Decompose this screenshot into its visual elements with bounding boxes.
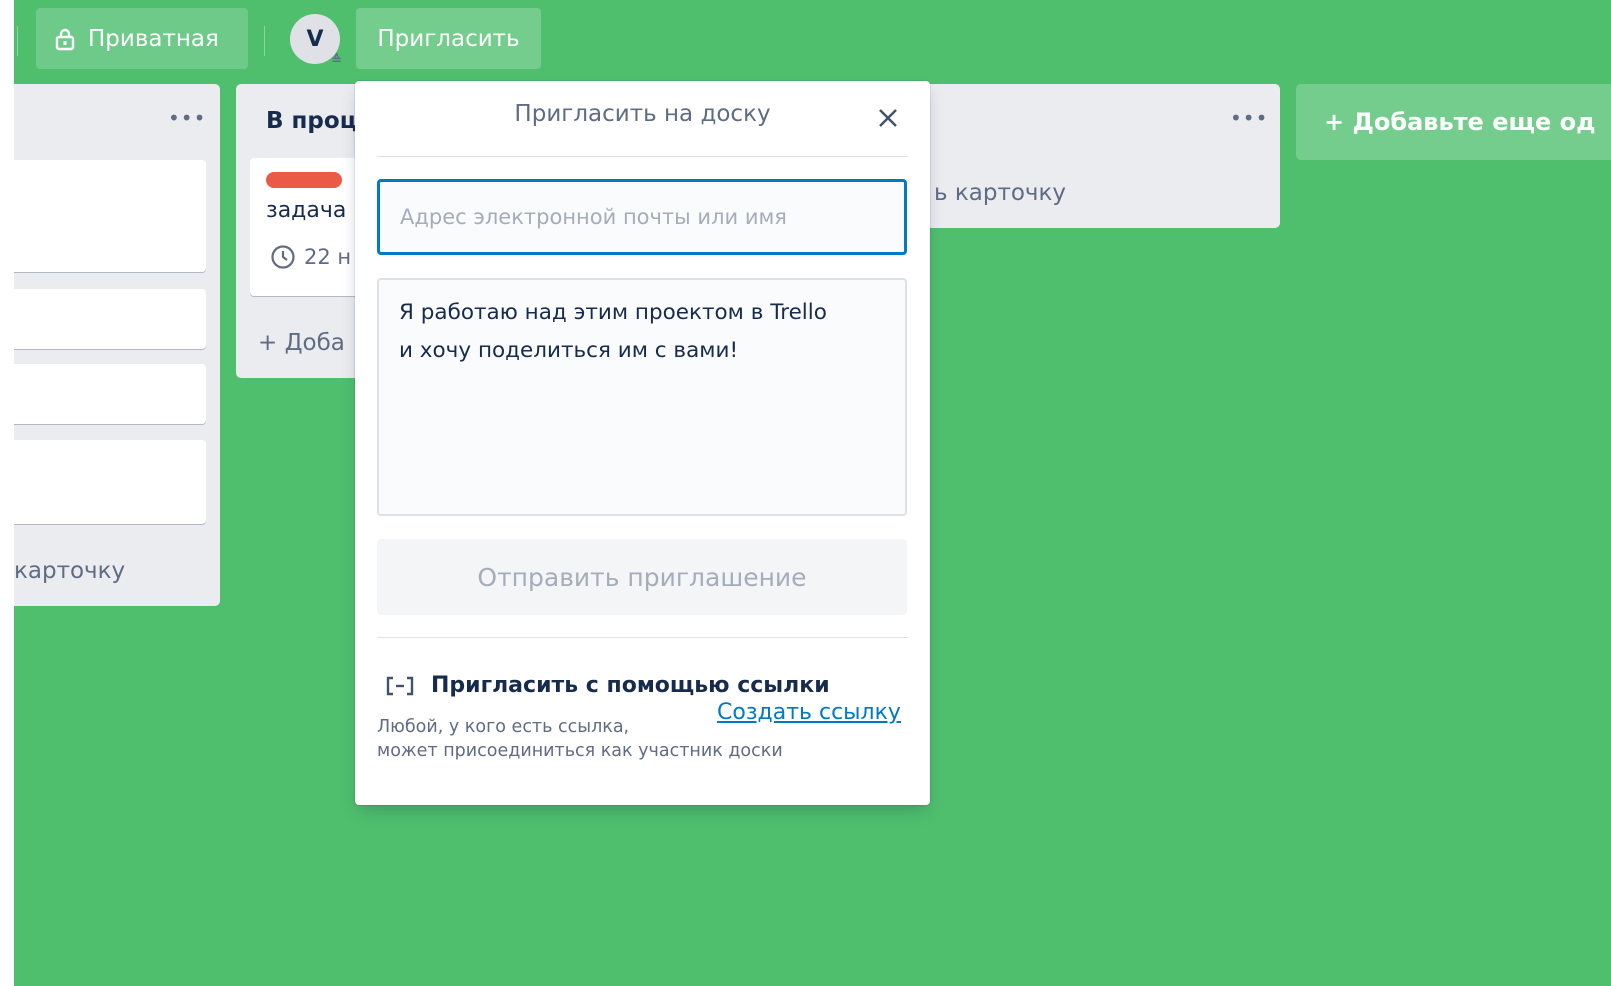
email-input[interactable] <box>377 179 907 255</box>
add-card-button[interactable]: ь карточку <box>934 180 1066 206</box>
list-menu-icon[interactable]: ••• <box>168 106 206 130</box>
invite-message-field[interactable]: Я работаю над этим проектом в Trello и х… <box>377 278 907 516</box>
invite-link-section: Пригласить с помощью ссылки <box>385 673 830 698</box>
create-link-button[interactable]: Создать ссылку <box>717 700 901 725</box>
popover-divider <box>377 156 908 157</box>
lock-icon <box>55 28 75 50</box>
invite-button[interactable]: Пригласить <box>356 8 541 69</box>
toolbar-divider <box>17 26 18 56</box>
send-invitation-button[interactable]: Отправить приглашение <box>377 539 907 615</box>
card[interactable] <box>14 289 206 349</box>
list-title[interactable]: В проц <box>266 108 357 134</box>
add-list-button[interactable]: + Добавьте еще од <box>1296 84 1611 160</box>
list-column: ••• карточку <box>14 84 220 606</box>
card[interactable] <box>14 160 206 272</box>
popover-divider <box>377 637 908 638</box>
admin-chevron-icon: ≙ <box>331 53 342 68</box>
invite-link-desc-line: может присоединиться как участник доски <box>377 741 783 761</box>
list-column: ••• ь карточку <box>914 84 1280 228</box>
add-card-button[interactable]: + Доба <box>258 330 345 356</box>
toolbar-divider <box>264 26 265 56</box>
add-card-button[interactable]: карточку <box>14 558 125 584</box>
card-label <box>266 172 342 188</box>
card-title: задача <box>266 198 347 223</box>
member-initial: V <box>306 26 324 52</box>
invite-link-title: Пригласить с помощью ссылки <box>431 673 830 698</box>
card[interactable] <box>14 440 206 524</box>
list-menu-icon[interactable]: ••• <box>1230 106 1268 130</box>
clock-icon <box>271 245 295 269</box>
invite-label: Пригласить <box>377 25 520 52</box>
member-avatar[interactable]: V ≙ <box>290 14 342 68</box>
invite-popover: Пригласить на доску Я работаю над этим п… <box>355 81 930 805</box>
popover-title: Пригласить на доску <box>514 101 771 127</box>
board-visibility-label: Приватная <box>88 25 219 52</box>
board-visibility-button[interactable]: Приватная <box>36 8 248 69</box>
send-invitation-label: Отправить приглашение <box>477 562 807 592</box>
due-date-badge: 22 н <box>270 244 351 270</box>
card[interactable] <box>14 364 206 424</box>
close-icon[interactable] <box>873 103 903 133</box>
link-icon <box>386 676 414 695</box>
due-date-text: 22 н <box>304 245 352 269</box>
